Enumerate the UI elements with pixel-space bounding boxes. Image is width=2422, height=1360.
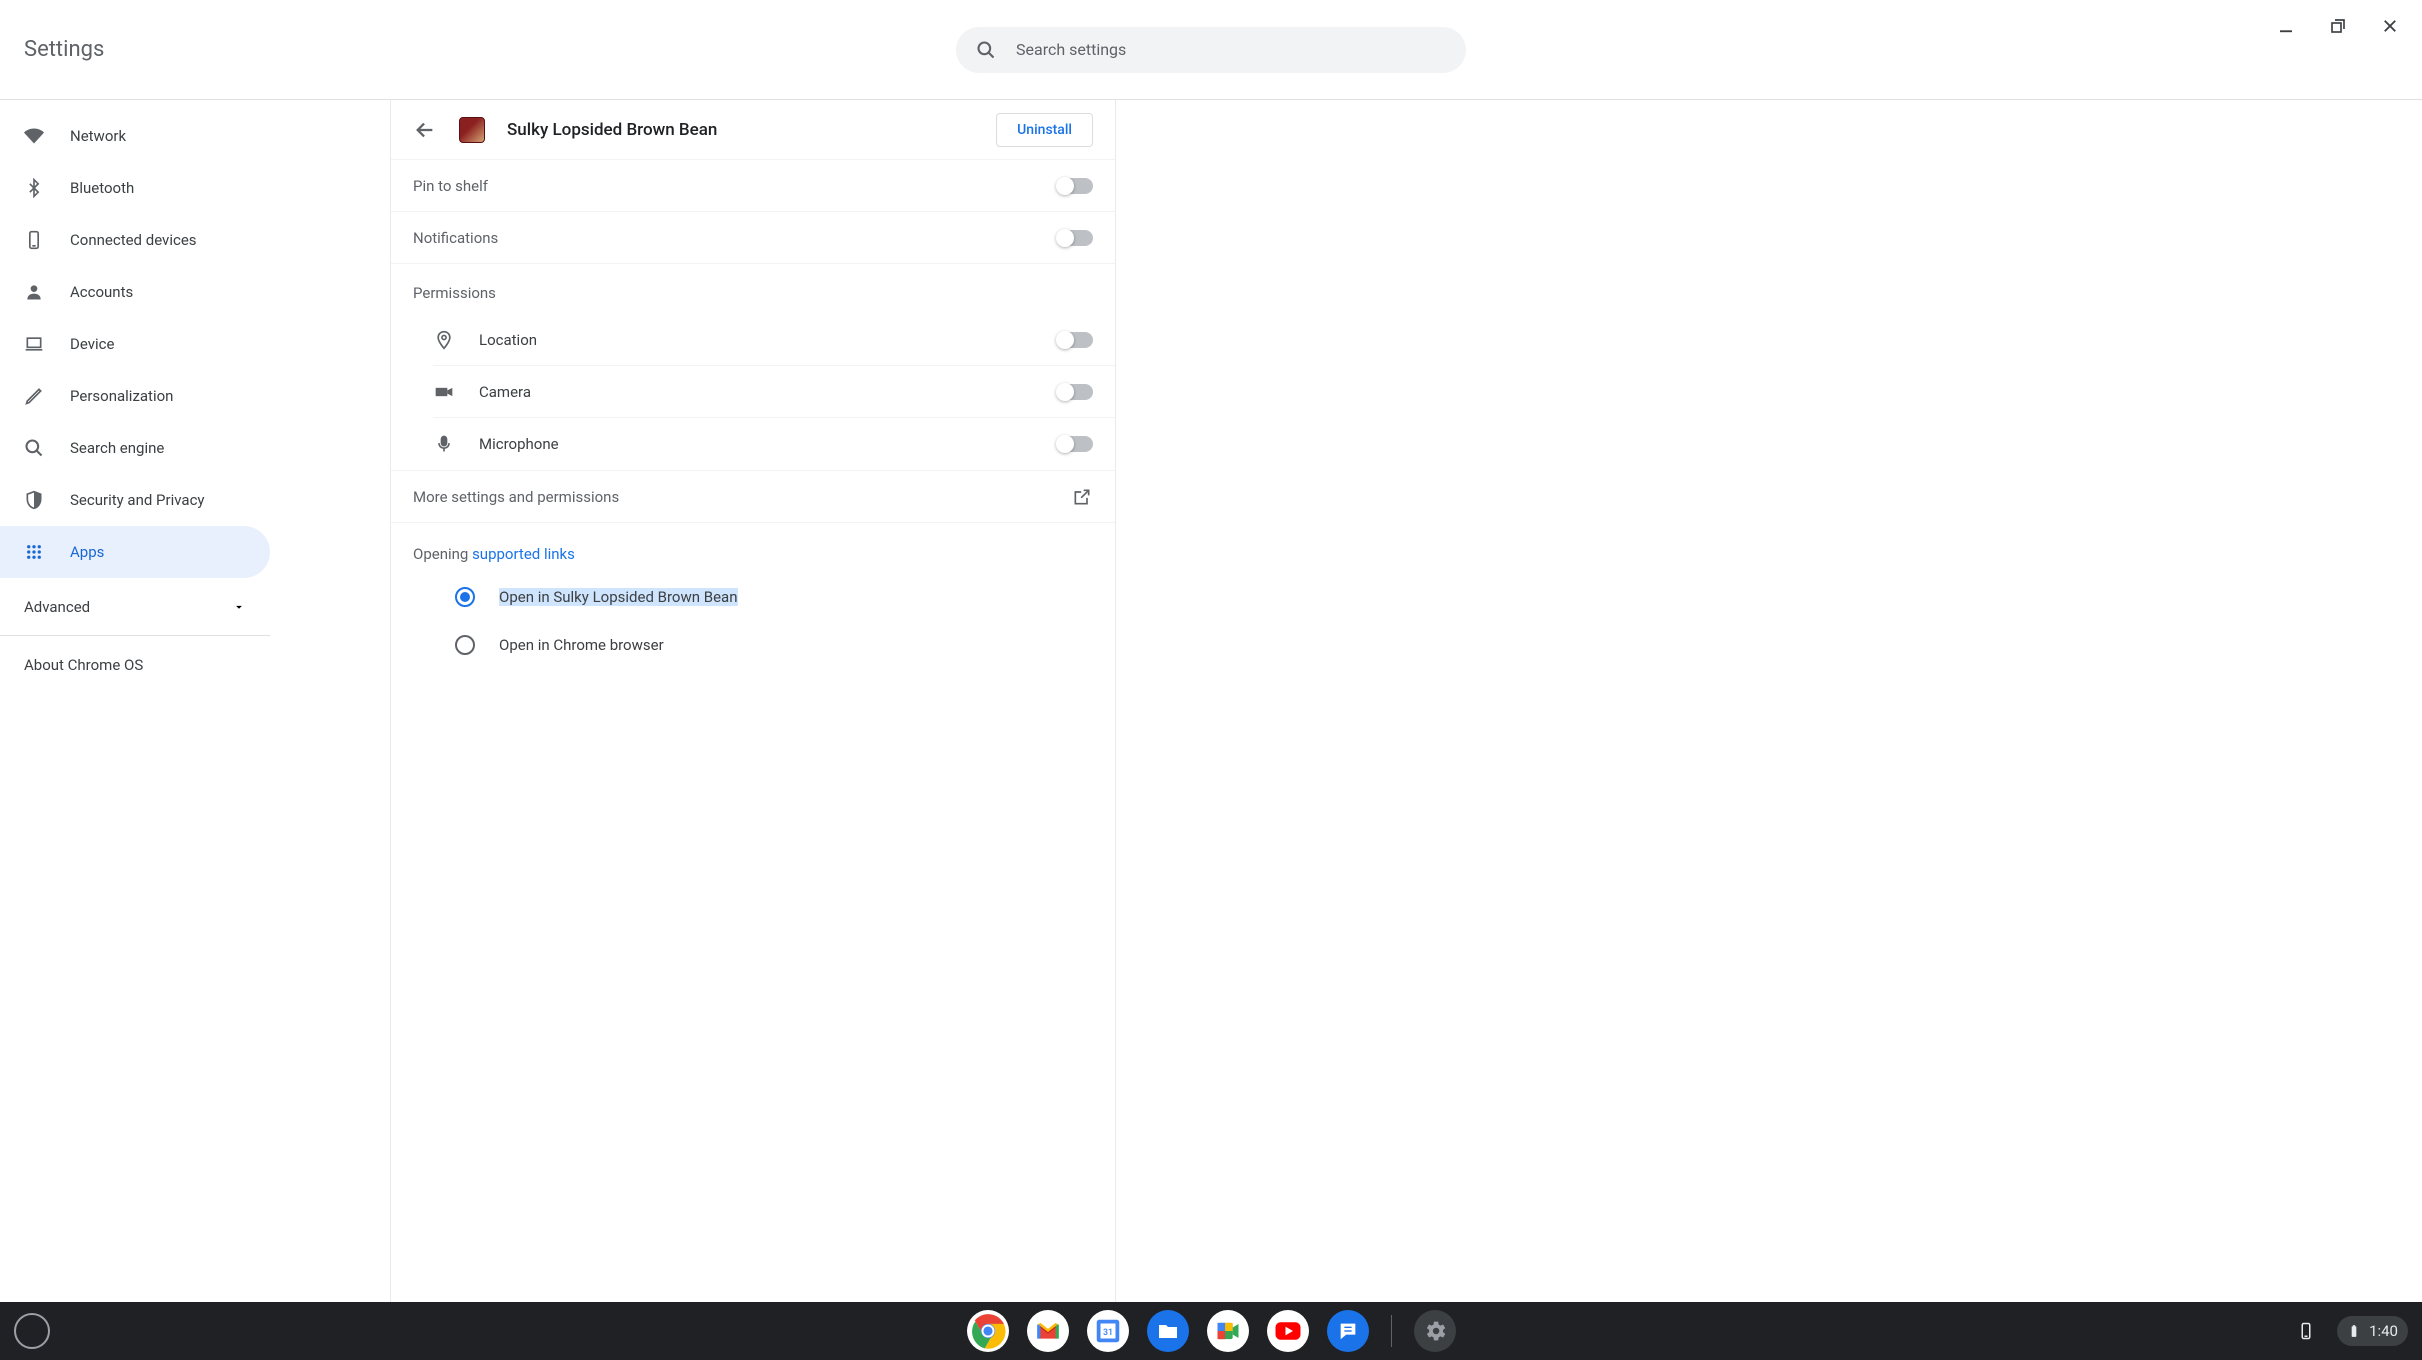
shelf-icon-youtube[interactable] (1267, 1310, 1309, 1352)
search-icon (976, 40, 996, 60)
permissions-heading: Permissions (391, 264, 1115, 314)
phone-icon (24, 230, 44, 250)
radio-button-checked-icon (455, 587, 475, 607)
sidebar-item-network[interactable]: Network (0, 110, 270, 162)
window-restore-icon[interactable] (2326, 14, 2350, 38)
permission-label: Microphone (479, 435, 1033, 453)
sidebar-item-security[interactable]: Security and Privacy (0, 474, 270, 526)
tray-time: 1:40 (2369, 1322, 2398, 1340)
open-external-icon (1071, 486, 1093, 508)
permission-row-location: Location (433, 314, 1115, 366)
pin-to-shelf-label: Pin to shelf (413, 177, 1057, 195)
pin-to-shelf-toggle[interactable] (1057, 178, 1093, 194)
bluetooth-icon (24, 178, 44, 198)
chevron-down-icon (232, 600, 246, 614)
sidebar-item-label: Personalization (70, 387, 173, 405)
sidebar-item-personalization[interactable]: Personalization (0, 370, 270, 422)
permission-row-camera: Camera (433, 366, 1115, 418)
launcher-button[interactable] (14, 1313, 50, 1349)
sidebar-item-label: Bluetooth (70, 179, 134, 197)
radio-label: Open in Chrome browser (499, 636, 664, 654)
notifications-toggle[interactable] (1057, 230, 1093, 246)
back-button[interactable] (413, 118, 437, 142)
microphone-icon (433, 433, 455, 455)
opening-links-heading: Opening supported links (391, 522, 1115, 573)
app-title: Sulky Lopsided Brown Bean (507, 120, 974, 140)
camera-icon (433, 381, 455, 403)
sidebar-item-label: Accounts (70, 283, 133, 301)
shelf-icon-meet[interactable] (1207, 1310, 1249, 1352)
sidebar-item-label: Device (70, 335, 114, 353)
camera-toggle[interactable] (1057, 384, 1093, 400)
app-detail-panel: Sulky Lopsided Brown Bean Uninstall Pin … (390, 100, 1116, 1302)
shelf: 31 1:40 (0, 1302, 2422, 1360)
shield-icon (24, 490, 44, 510)
more-settings-row[interactable]: More settings and permissions (391, 470, 1115, 522)
uninstall-button[interactable]: Uninstall (996, 113, 1093, 147)
permission-label: Location (479, 331, 1033, 349)
svg-text:31: 31 (1103, 1328, 1113, 1338)
tray-phone-icon[interactable] (2287, 1316, 2325, 1346)
location-icon (433, 329, 455, 351)
shelf-separator (1391, 1315, 1392, 1347)
sidebar: Network Bluetooth Connected devices Acco… (0, 100, 390, 1302)
laptop-icon (24, 334, 44, 354)
search-bar[interactable] (956, 27, 1466, 73)
advanced-label: Advanced (24, 598, 90, 616)
tray-status-pill[interactable]: 1:40 (2337, 1316, 2408, 1346)
settings-header: Settings (0, 0, 2422, 100)
supported-links-link[interactable]: supported links (472, 545, 575, 563)
shelf-icon-calendar[interactable]: 31 (1087, 1310, 1129, 1352)
search-input[interactable] (1016, 40, 1446, 59)
sidebar-item-label: Network (70, 127, 126, 145)
sidebar-item-label: Security and Privacy (70, 491, 205, 509)
sidebar-about[interactable]: About Chrome OS (0, 636, 390, 694)
window-minimize-icon[interactable] (2274, 14, 2298, 38)
pin-to-shelf-row: Pin to shelf (391, 160, 1115, 212)
shelf-icon-settings[interactable] (1414, 1310, 1456, 1352)
microphone-toggle[interactable] (1057, 436, 1093, 452)
notifications-row: Notifications (391, 212, 1115, 264)
wifi-icon (24, 126, 44, 146)
battery-icon (2347, 1324, 2361, 1338)
more-settings-label: More settings and permissions (413, 488, 1071, 506)
pencil-icon (24, 386, 44, 406)
search-engine-icon (24, 438, 44, 458)
sidebar-item-bluetooth[interactable]: Bluetooth (0, 162, 270, 214)
shelf-icon-gmail[interactable] (1027, 1310, 1069, 1352)
window-close-icon[interactable] (2378, 14, 2402, 38)
permission-label: Camera (479, 383, 1033, 401)
sidebar-advanced[interactable]: Advanced (0, 578, 270, 636)
shelf-icon-files[interactable] (1147, 1310, 1189, 1352)
radio-open-in-browser[interactable]: Open in Chrome browser (391, 621, 1115, 669)
sidebar-item-label: Connected devices (70, 231, 197, 249)
sidebar-item-label: Search engine (70, 439, 164, 457)
sidebar-item-apps[interactable]: Apps (0, 526, 270, 578)
person-icon (24, 282, 44, 302)
sidebar-item-device[interactable]: Device (0, 318, 270, 370)
sidebar-item-connected-devices[interactable]: Connected devices (0, 214, 270, 266)
app-icon (459, 117, 485, 143)
radio-button-icon (455, 635, 475, 655)
notifications-label: Notifications (413, 229, 1057, 247)
location-toggle[interactable] (1057, 332, 1093, 348)
sidebar-item-search-engine[interactable]: Search engine (0, 422, 270, 474)
radio-open-in-app[interactable]: Open in Sulky Lopsided Brown Bean (391, 573, 1115, 621)
status-tray[interactable]: 1:40 (2287, 1316, 2408, 1346)
radio-label: Open in Sulky Lopsided Brown Bean (499, 588, 738, 606)
shelf-icon-messages[interactable] (1327, 1310, 1369, 1352)
shelf-icon-chrome[interactable] (967, 1310, 1009, 1352)
sidebar-item-accounts[interactable]: Accounts (0, 266, 270, 318)
permission-row-microphone: Microphone (433, 418, 1115, 470)
apps-grid-icon (24, 542, 44, 562)
settings-title: Settings (24, 37, 104, 62)
sidebar-item-label: Apps (70, 543, 104, 561)
